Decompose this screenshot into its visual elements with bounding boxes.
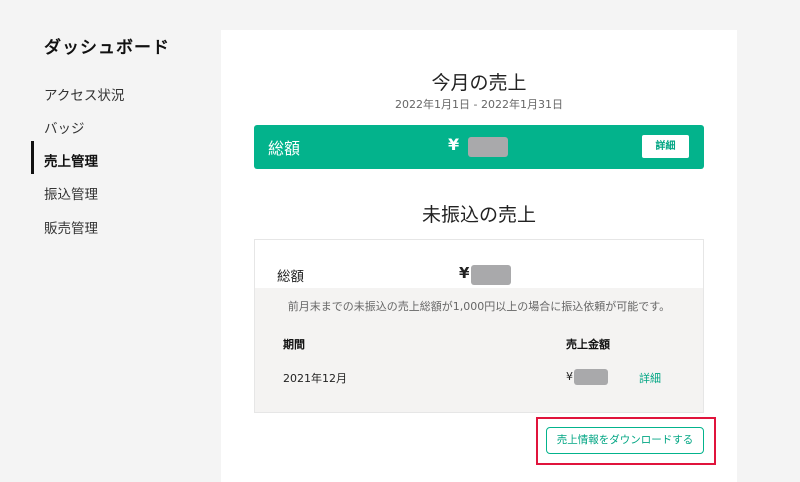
unpaid-sales-card: 総額 ¥ 前月末までの未振込の売上総額が1,000円以上の場合に振込依頼が可能で… <box>254 239 704 413</box>
card-detail: 前月末までの未振込の売上総額が1,000円以上の場合に振込依頼が可能です。 期間… <box>255 288 703 412</box>
sidebar: ダッシュボード アクセス状況 バッジ 売上管理 振込管理 販売管理 <box>0 0 220 482</box>
row-detail-link[interactable]: 詳細 <box>639 370 661 386</box>
sidebar-title: ダッシュボード <box>44 38 170 58</box>
main-panel: 今月の売上 2022年1月1日 - 2022年1月31日 総額 ¥ 詳細 未振込… <box>221 30 737 482</box>
unpaid-currency: ¥ <box>459 264 470 282</box>
monthly-total-bar: 総額 ¥ 詳細 <box>254 125 704 169</box>
active-indicator <box>31 141 34 174</box>
masked-amount <box>471 265 511 285</box>
monthly-sales-title: 今月の売上 <box>431 72 527 94</box>
sidebar-item-sales-management[interactable]: 販売管理 <box>44 217 98 237</box>
masked-amount <box>468 137 508 157</box>
row-period: 2021年12月 <box>283 372 347 385</box>
column-header-amount: 売上金額 <box>566 338 610 351</box>
monthly-period: 2022年1月1日 - 2022年1月31日 <box>395 98 563 111</box>
sidebar-item-access[interactable]: アクセス状況 <box>44 84 124 104</box>
card-summary: 総額 ¥ <box>255 240 703 288</box>
monthly-detail-button[interactable]: 詳細 <box>642 135 689 158</box>
transfer-note: 前月末までの未振込の売上総額が1,000円以上の場合に振込依頼が可能です。 <box>287 300 671 313</box>
column-header-period: 期間 <box>283 338 305 351</box>
sidebar-item-transfer[interactable]: 振込管理 <box>44 183 98 203</box>
masked-amount <box>574 369 608 385</box>
sidebar-item-sales[interactable]: 売上管理 <box>44 150 98 170</box>
unpaid-total-label: 総額 <box>277 269 304 285</box>
unpaid-sales-title: 未振込の売上 <box>421 204 536 226</box>
monthly-total-label: 総額 <box>268 139 301 158</box>
sidebar-item-badge[interactable]: バッジ <box>44 117 85 137</box>
monthly-currency: ¥ <box>448 135 460 154</box>
row-currency: ¥ <box>566 370 573 383</box>
download-sales-button[interactable]: 売上情報をダウンロードする <box>546 427 704 454</box>
